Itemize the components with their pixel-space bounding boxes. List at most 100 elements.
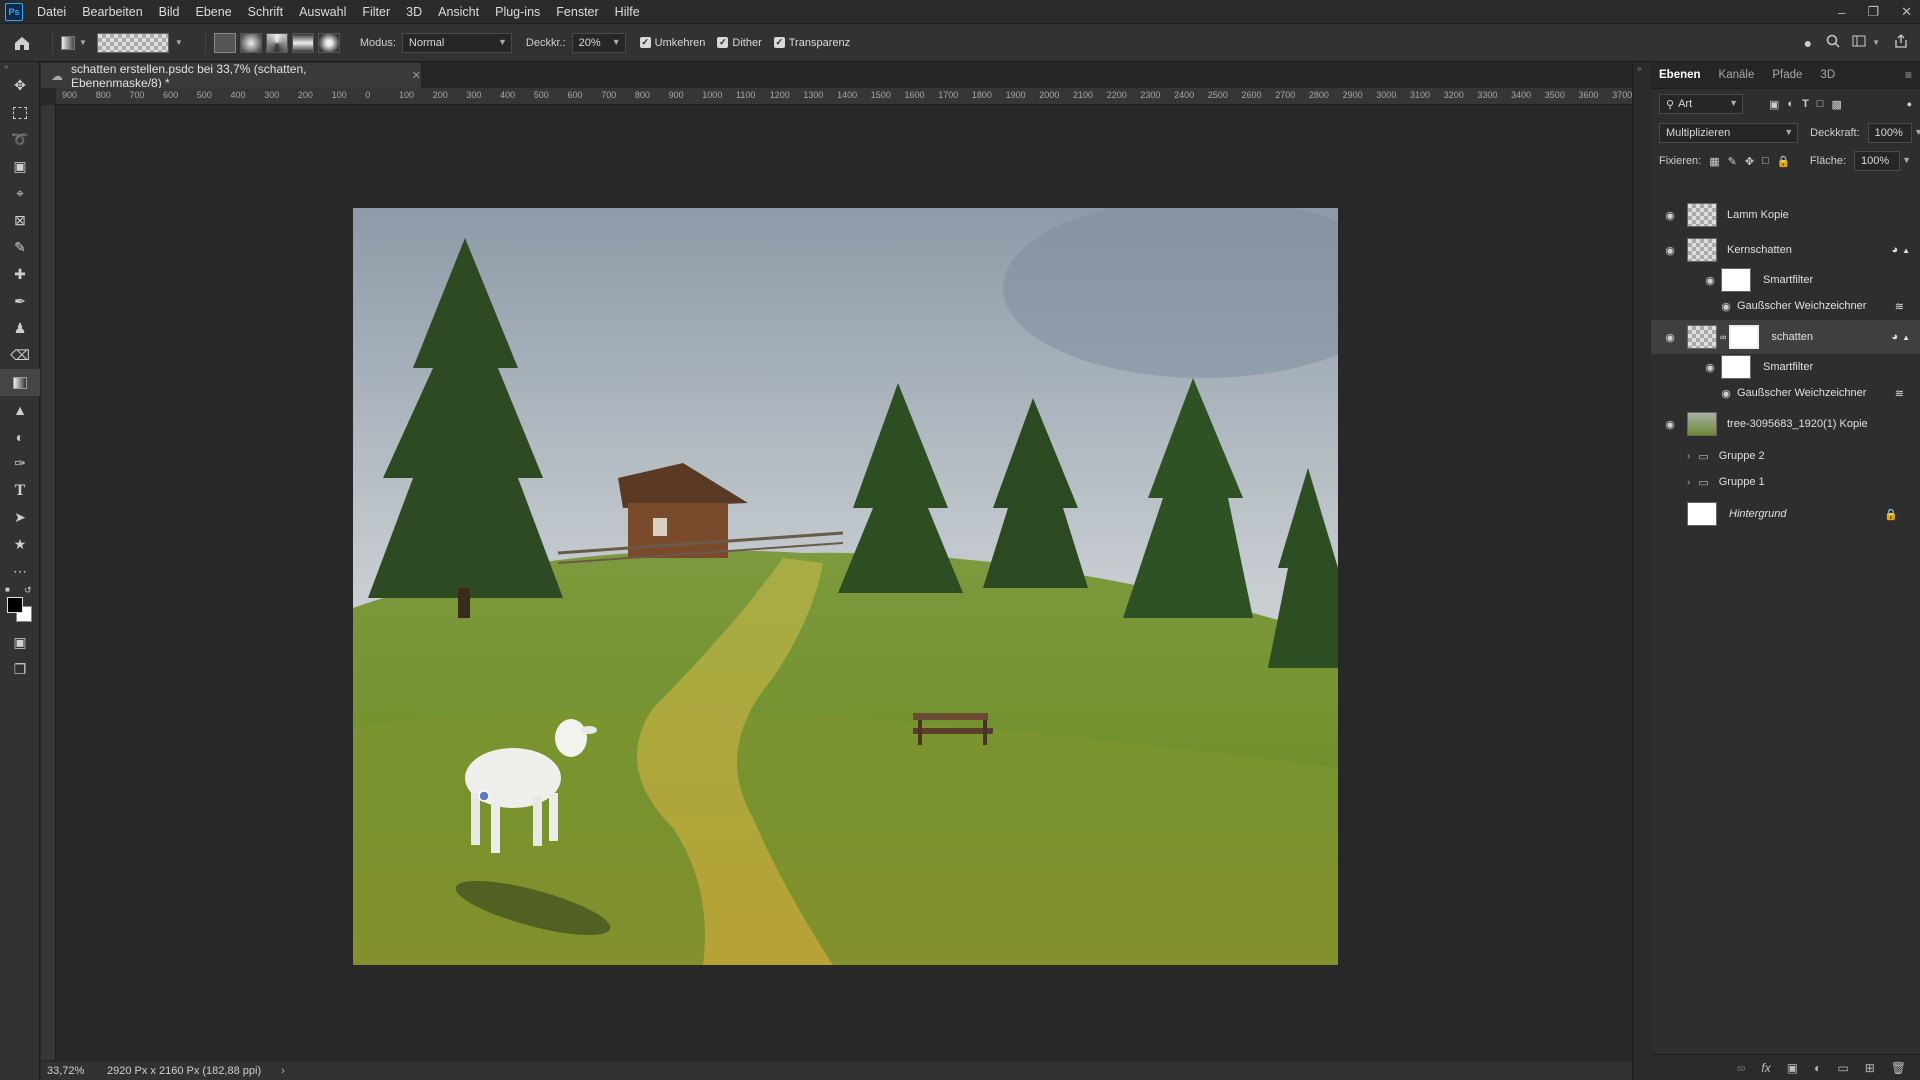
lock-artboard-icon[interactable]: □: [1762, 155, 1769, 167]
zoom-level[interactable]: 33,72%: [41, 1065, 101, 1077]
stamp-tool-icon[interactable]: ♟: [0, 315, 40, 342]
collapse-icon[interactable]: ▲: [1902, 246, 1910, 255]
blend-mode-dropdown[interactable]: Multiplizieren ▼: [1659, 123, 1799, 143]
fx-icon[interactable]: fx: [1761, 1061, 1770, 1075]
menu-ebene[interactable]: Ebene: [188, 0, 240, 24]
fill-input[interactable]: 100% ▼: [1854, 151, 1911, 171]
search-icon[interactable]: [1826, 34, 1840, 51]
default-colors-icon[interactable]: ■: [5, 585, 10, 594]
marquee-tool-icon[interactable]: [0, 99, 40, 126]
gradient-picker-dropdown-icon[interactable]: ▼: [175, 38, 183, 47]
gradient-picker[interactable]: [96, 32, 169, 53]
move-tool-icon[interactable]: ✥: [0, 72, 40, 99]
dither-checkbox[interactable]: ✓ Dither: [717, 37, 762, 49]
reflected-gradient-button[interactable]: [291, 32, 314, 53]
layer-row-selected[interactable]: ◉ ∞ schatten ◕ ▲: [1651, 320, 1920, 354]
document-image[interactable]: [353, 208, 1338, 965]
more-tools-icon[interactable]: ⋯: [0, 558, 40, 585]
gradient-tool-icon[interactable]: [0, 369, 40, 396]
adjustment-layer-icon[interactable]: ◐: [1814, 1061, 1821, 1075]
minimize-icon[interactable]: –: [1838, 5, 1845, 20]
menu-fenster[interactable]: Fenster: [548, 0, 606, 24]
filter-smartobject-icon[interactable]: ▩: [1831, 98, 1841, 111]
eye-icon[interactable]: ◉: [1719, 300, 1733, 313]
angle-gradient-button[interactable]: [265, 32, 288, 53]
type-tool-icon[interactable]: T: [0, 477, 40, 504]
smartfilter-row[interactable]: ◉ Smartfilter: [1651, 267, 1920, 293]
menu-plugins[interactable]: Plug-ins: [487, 0, 548, 24]
filter-adjustment-icon[interactable]: ◐: [1787, 98, 1794, 110]
lock-all-icon[interactable]: 🔒: [1777, 155, 1791, 168]
foreground-color[interactable]: [7, 597, 23, 613]
tab-kanaele[interactable]: Kanäle: [1719, 69, 1755, 81]
filter-toggle-icon[interactable]: ●: [1907, 99, 1912, 109]
eye-icon[interactable]: ◉: [1719, 387, 1733, 400]
brush-tool-icon[interactable]: ✒: [0, 288, 40, 315]
share-icon[interactable]: [1894, 34, 1908, 51]
tab-ebenen[interactable]: Ebenen: [1659, 69, 1701, 81]
layer-row[interactable]: Hintergrund 🔒: [1651, 497, 1920, 531]
path-selection-tool-icon[interactable]: ➤: [0, 504, 40, 531]
share-user-icon[interactable]: ●: [1804, 35, 1812, 51]
lock-pixels-icon[interactable]: ✎: [1728, 155, 1737, 168]
diamond-gradient-button[interactable]: [317, 32, 340, 53]
menu-bild[interactable]: Bild: [151, 0, 188, 24]
shape-tool-icon[interactable]: ★: [0, 531, 40, 558]
chevron-down-icon[interactable]: ▼: [1872, 38, 1880, 47]
layer-filter-dropdown[interactable]: ⚲ Art ▼: [1659, 94, 1743, 114]
eye-icon[interactable]: ◉: [1703, 274, 1717, 287]
chevron-right-icon[interactable]: ›: [281, 1065, 285, 1077]
filter-row[interactable]: ◉ Gaußscher Weichzeichner ≋: [1651, 295, 1920, 317]
filter-options-icon[interactable]: ≋: [1895, 387, 1904, 400]
link-layers-icon[interactable]: ∞: [1737, 1061, 1746, 1075]
eye-icon[interactable]: ◉: [1663, 331, 1677, 344]
lock-position-icon[interactable]: ✥: [1745, 155, 1754, 168]
expand-panels-icon[interactable]: »: [1633, 64, 1650, 73]
group-row[interactable]: › ▭ Gruppe 2: [1651, 443, 1920, 469]
trash-icon[interactable]: 🗑: [1891, 1061, 1906, 1075]
radial-gradient-button[interactable]: [239, 32, 262, 53]
healing-brush-tool-icon[interactable]: ✚: [0, 261, 40, 288]
menu-schrift[interactable]: Schrift: [240, 0, 291, 24]
menu-auswahl[interactable]: Auswahl: [291, 0, 354, 24]
transparency-checkbox[interactable]: ✓ Transparenz: [773, 37, 850, 49]
close-window-icon[interactable]: ✕: [1901, 4, 1912, 20]
restore-icon[interactable]: ❐: [1867, 4, 1879, 20]
opacity-input[interactable]: 20% ▼: [571, 32, 626, 53]
reverse-checkbox[interactable]: ✓ Umkehren: [639, 37, 705, 49]
screen-mode-icon[interactable]: ❐: [0, 656, 40, 683]
menu-filter[interactable]: Filter: [354, 0, 398, 24]
filter-pixel-icon[interactable]: ▣: [1769, 98, 1779, 111]
menu-3d[interactable]: 3D: [398, 0, 430, 24]
eraser-tool-icon[interactable]: ⌫: [0, 342, 40, 369]
menu-bearbeiten[interactable]: Bearbeiten: [74, 0, 150, 24]
panel-menu-icon[interactable]: ≡: [1905, 68, 1912, 82]
eye-icon[interactable]: ◉: [1663, 244, 1677, 257]
object-selection-tool-icon[interactable]: ▣: [0, 153, 40, 180]
quick-mask-icon[interactable]: ▣: [0, 629, 40, 656]
frame-tool-icon[interactable]: ⊠: [0, 207, 40, 234]
filter-row[interactable]: ◉ Gaußscher Weichzeichner ≋: [1651, 382, 1920, 404]
lasso-tool-icon[interactable]: ➰: [0, 126, 40, 153]
gradient-tool-icon[interactable]: ▼: [61, 35, 87, 50]
tab-pfade[interactable]: Pfade: [1772, 69, 1802, 81]
collapse-icon[interactable]: ▲: [1902, 333, 1910, 342]
eye-icon[interactable]: ◉: [1663, 209, 1677, 222]
filter-options-icon[interactable]: ≋: [1895, 300, 1904, 313]
eye-icon[interactable]: ◉: [1703, 361, 1717, 374]
mode-dropdown[interactable]: Normal ▼: [401, 32, 512, 53]
expand-group-icon[interactable]: ›: [1687, 451, 1690, 462]
lock-transparent-icon[interactable]: ▦: [1709, 155, 1719, 168]
layer-row[interactable]: ◉ Lamm Kopie: [1651, 198, 1920, 232]
pen-tool-icon[interactable]: ✑: [0, 450, 40, 477]
document-tab[interactable]: ☁ schatten erstellen.psdc bei 33,7% (sch…: [41, 62, 421, 90]
layer-row[interactable]: ◉ tree-3095683_1920(1) Kopie: [1651, 407, 1920, 441]
swap-colors-icon[interactable]: ↺: [24, 585, 32, 596]
workspace-icon[interactable]: [1852, 35, 1866, 50]
link-icon[interactable]: ∞: [1720, 332, 1726, 342]
tab-3d[interactable]: 3D: [1820, 69, 1835, 81]
expand-group-icon[interactable]: ›: [1687, 477, 1690, 488]
layer-opacity-input[interactable]: 100% ▼: [1867, 123, 1920, 143]
filter-type-icon[interactable]: T: [1802, 98, 1809, 110]
menu-datei[interactable]: Datei: [29, 0, 74, 24]
